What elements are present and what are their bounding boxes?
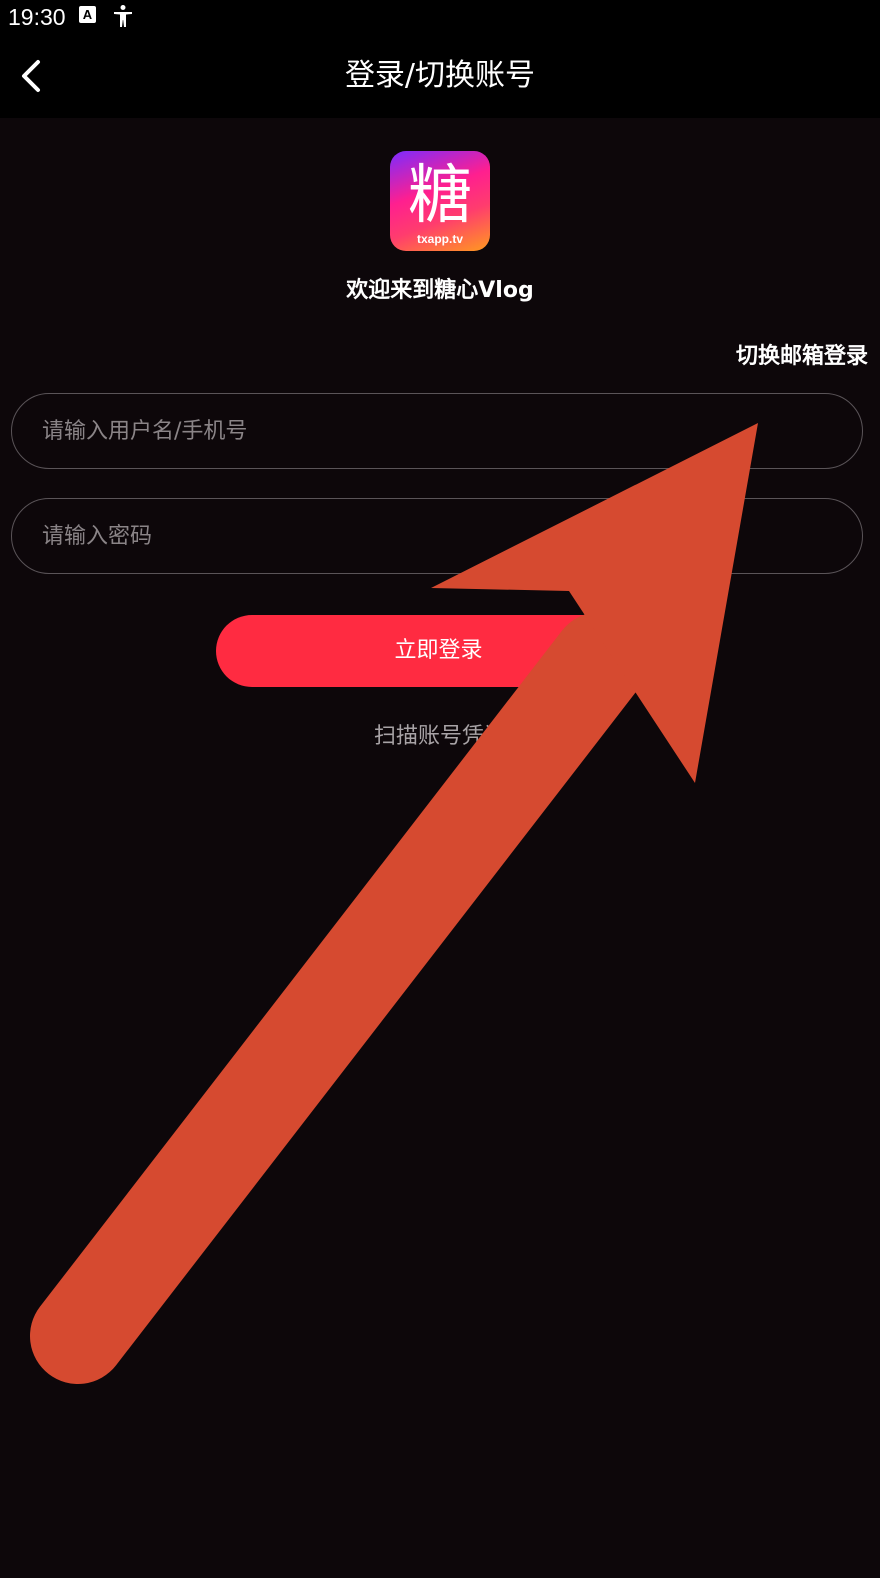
password-input[interactable] [40, 499, 834, 574]
password-field [11, 498, 863, 574]
page-title: 登录/切换账号 [344, 58, 536, 93]
scan-credential-link[interactable]: 扫描账号凭证 [0, 720, 880, 754]
welcome-text: 欢迎来到糖心Vlog [346, 278, 534, 303]
top-app-bar: 登录/切换账号 [0, 34, 880, 118]
status-bar: 19:30 A [0, 0, 880, 34]
accessibility-icon [114, 5, 132, 27]
status-time: 19:30 [8, 4, 66, 30]
login-button[interactable]: 立即登录 [216, 615, 661, 687]
app-logo-icon: 糖 txapp.tv [390, 151, 490, 251]
text-a-icon: A [79, 6, 96, 23]
logo-glyph: 糖 [408, 159, 472, 233]
username-input[interactable] [40, 394, 834, 469]
logo-domain-text: txapp.tv [417, 232, 463, 246]
login-screen: 19:30 A 登录/切换账号 糖 txapp.tv 欢迎来到糖心Vlog 切换… [0, 0, 880, 1578]
username-field [11, 393, 863, 469]
switch-email-login-link[interactable]: 切换邮箱登录 [736, 340, 868, 374]
